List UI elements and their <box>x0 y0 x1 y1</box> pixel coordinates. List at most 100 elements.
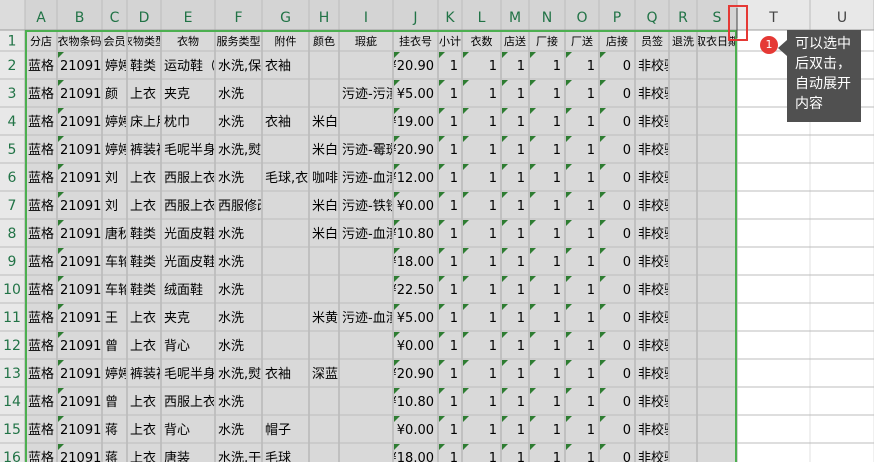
data-cell[interactable]: 唐装 <box>164 450 190 462</box>
data-cell[interactable]: 1 <box>489 171 497 186</box>
data-cell[interactable]: 上衣 <box>130 338 156 354</box>
data-cell[interactable]: 绒面鞋 <box>164 282 203 298</box>
row-header-4[interactable]: 4 <box>8 114 17 130</box>
data-cell[interactable]: 1 <box>587 143 595 158</box>
data-cell[interactable]: ¥0.00 <box>397 423 434 438</box>
data-cell[interactable]: 曾 <box>105 395 118 410</box>
data-cell[interactable]: 1 <box>517 451 525 462</box>
row-header-10[interactable]: 10 <box>3 282 21 298</box>
data-cell[interactable]: 污迹-血渍 <box>342 227 399 242</box>
data-cell[interactable]: ¥19.00 <box>389 115 435 130</box>
data-cell[interactable]: 1 <box>489 311 497 326</box>
data-cell[interactable]: 蓝格 <box>28 394 54 410</box>
header-cell[interactable]: 厂送 <box>571 34 593 48</box>
data-cell[interactable]: 1 <box>450 59 458 74</box>
data-cell[interactable]: 西服上衣 <box>164 198 216 214</box>
data-cell[interactable]: 蓝格 <box>28 450 54 462</box>
data-cell[interactable]: 1 <box>450 451 458 462</box>
data-cell[interactable]: 帽子 <box>265 422 291 438</box>
data-cell[interactable]: 上衣 <box>130 170 156 186</box>
data-cell[interactable]: 上衣 <box>130 198 156 214</box>
data-cell[interactable]: 0 <box>623 227 631 242</box>
data-cell[interactable]: 米白 <box>312 226 338 242</box>
row-header-7[interactable]: 7 <box>8 198 17 214</box>
header-cell[interactable]: 退洗 <box>672 35 694 48</box>
data-cell[interactable]: 1 <box>517 115 525 130</box>
data-cell[interactable]: ¥10.80 <box>389 227 435 242</box>
data-cell[interactable]: 1 <box>587 227 595 242</box>
row-header-12[interactable]: 12 <box>3 338 21 354</box>
data-cell[interactable]: 0 <box>623 59 631 74</box>
data-cell[interactable]: 毛呢半身 <box>164 142 216 158</box>
data-cell[interactable]: 1 <box>450 339 458 354</box>
row-header-13[interactable]: 13 <box>3 366 21 382</box>
data-cell[interactable]: 水洗 <box>218 423 244 438</box>
data-cell[interactable]: 光面皮鞋 <box>164 226 216 242</box>
data-cell[interactable]: 1 <box>517 199 525 214</box>
data-cell[interactable]: 鞋类 <box>130 58 156 74</box>
data-cell[interactable]: 1 <box>553 227 561 242</box>
column-header-S[interactable]: S <box>713 10 722 26</box>
column-header-C[interactable]: C <box>110 10 120 26</box>
spreadsheet-grid[interactable]: A B C D E F G H I J K L M N O P Q R S T U1234567891011121314… <box>0 0 874 462</box>
data-cell[interactable]: 米白 <box>312 142 338 158</box>
data-cell[interactable]: 毛呢半身 <box>164 366 216 382</box>
data-cell[interactable]: 1 <box>450 367 458 382</box>
row-header-9[interactable]: 9 <box>8 254 17 270</box>
header-cell[interactable]: 店接 <box>606 34 628 48</box>
data-cell[interactable]: 夹克 <box>164 311 190 326</box>
data-cell[interactable]: 1 <box>517 283 525 298</box>
data-cell[interactable]: 蓝格 <box>28 254 54 270</box>
data-cell[interactable]: ¥12.00 <box>389 171 435 186</box>
header-cell[interactable]: 挂衣号 <box>399 34 432 48</box>
data-cell[interactable]: 1 <box>587 87 595 102</box>
header-cell[interactable]: 小计 <box>439 35 461 48</box>
data-cell[interactable]: 水洗 <box>218 395 244 410</box>
data-cell[interactable]: 1 <box>450 115 458 130</box>
data-cell[interactable]: 1 <box>450 171 458 186</box>
data-cell[interactable]: 蒋 <box>105 451 118 462</box>
data-cell[interactable]: 0 <box>623 199 631 214</box>
data-cell[interactable]: 1 <box>587 199 595 214</box>
data-cell[interactable]: 1 <box>450 199 458 214</box>
data-cell[interactable]: 1 <box>517 171 525 186</box>
data-cell[interactable]: 上衣 <box>130 394 156 410</box>
data-cell[interactable]: ¥18.00 <box>389 255 435 270</box>
data-cell[interactable]: 水洗 <box>218 227 244 242</box>
data-cell[interactable]: ¥20.90 <box>389 143 435 158</box>
row-header-15[interactable]: 15 <box>3 422 21 438</box>
row-header-6[interactable]: 6 <box>8 170 17 186</box>
row-header-14[interactable]: 14 <box>3 394 21 410</box>
data-cell[interactable]: 污迹-血渍 <box>342 171 399 186</box>
column-header-T[interactable]: T <box>768 10 778 26</box>
data-cell[interactable]: 水洗 <box>218 171 244 186</box>
data-cell[interactable]: 蓝格 <box>28 338 54 354</box>
header-cell[interactable]: 衣物类型 <box>122 34 166 48</box>
data-cell[interactable]: 1 <box>450 143 458 158</box>
column-header-D[interactable]: D <box>139 10 150 26</box>
data-cell[interactable]: 背心 <box>164 423 190 438</box>
data-cell[interactable]: 1 <box>553 59 561 74</box>
data-cell[interactable]: 刘 <box>105 171 118 186</box>
data-cell[interactable]: 1 <box>489 255 497 270</box>
data-cell[interactable]: 1 <box>587 367 595 382</box>
data-cell[interactable]: 1 <box>489 283 497 298</box>
data-cell[interactable]: 1 <box>489 143 497 158</box>
data-cell[interactable]: 1 <box>553 171 561 186</box>
data-cell[interactable]: 1 <box>450 283 458 298</box>
data-cell[interactable]: 上衣 <box>130 450 156 462</box>
data-cell[interactable]: 1 <box>553 87 561 102</box>
data-cell[interactable]: 1 <box>517 143 525 158</box>
data-cell[interactable]: 背心 <box>164 339 190 354</box>
data-cell[interactable]: 米白 <box>312 114 338 130</box>
data-cell[interactable]: ¥20.90 <box>389 367 435 382</box>
data-cell[interactable]: 1 <box>553 283 561 298</box>
data-cell[interactable]: 0 <box>623 115 631 130</box>
data-cell[interactable]: 米黄 <box>312 311 338 326</box>
data-cell[interactable]: 1 <box>587 59 595 74</box>
data-cell[interactable]: 水洗 <box>218 115 244 130</box>
data-cell[interactable]: 蓝格 <box>28 366 54 382</box>
row-header-3[interactable]: 3 <box>8 86 17 102</box>
header-cell[interactable]: 服务类型 <box>217 34 261 48</box>
data-cell[interactable]: ¥20.90 <box>389 59 435 74</box>
